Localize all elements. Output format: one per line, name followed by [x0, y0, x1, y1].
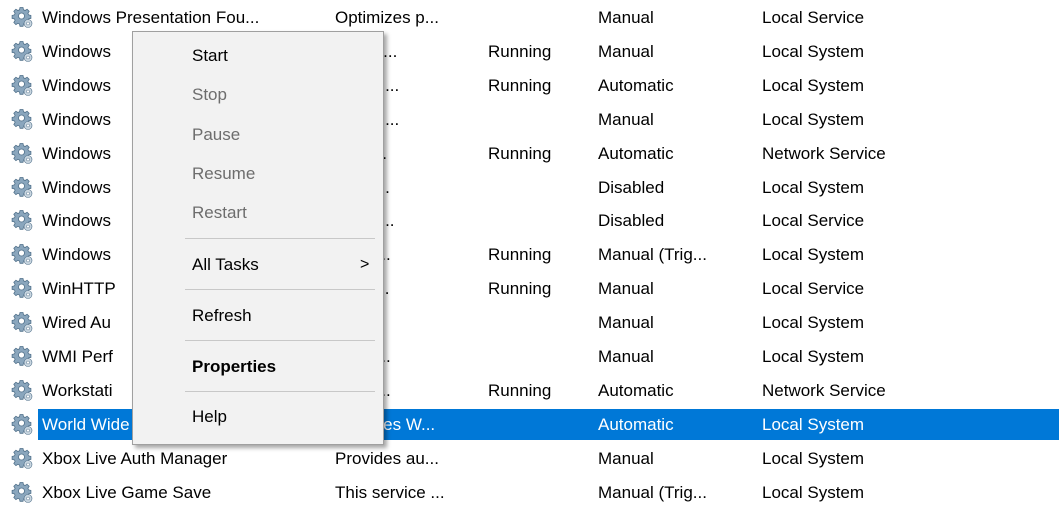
service-log-on-as: Local System — [762, 347, 865, 366]
service-name: Xbox Live Auth Manager — [42, 449, 228, 468]
menu-item-refresh[interactable]: Refresh — [133, 299, 383, 333]
service-gear-icon — [10, 412, 34, 436]
service-gear-icon — [10, 242, 34, 266]
service-gear-icon — [10, 5, 34, 29]
service-gear-icon — [10, 310, 34, 334]
service-startup-type: Automatic — [598, 415, 674, 434]
service-startup-type: Manual — [598, 449, 654, 468]
service-description: Provides au... — [335, 449, 439, 468]
service-startup-type: Automatic — [598, 76, 674, 95]
service-gear-icon — [10, 141, 34, 165]
service-startup-type: Automatic — [598, 144, 674, 163]
service-gear-icon — [10, 480, 34, 504]
service-startup-type: Manual — [598, 347, 654, 366]
service-row[interactable]: Xbox Live Auth Manager Provides au... Manu… — [0, 442, 1059, 475]
menu-item-all-tasks[interactable]: All Tasks > — [133, 248, 383, 282]
service-row[interactable]: Xbox Live Game Save This service ... Manua… — [0, 476, 1059, 509]
service-log-on-as: Local System — [762, 449, 865, 468]
menu-item-start[interactable]: Start — [133, 39, 383, 73]
menu-separator — [185, 238, 375, 239]
submenu-arrow-icon: > — [360, 256, 370, 273]
service-startup-type: Manual — [598, 42, 654, 61]
service-description: This service ... — [335, 483, 445, 502]
service-log-on-as: Network Service — [762, 381, 886, 400]
menu-separator — [185, 391, 375, 392]
menu-item-restart: Restart — [192, 203, 247, 222]
service-description: Optimizes p... — [335, 8, 439, 27]
service-gear-icon — [10, 73, 34, 97]
service-gear-icon — [10, 39, 34, 63]
service-gear-icon — [10, 276, 34, 300]
service-startup-type: Disabled — [598, 211, 665, 230]
menu-item-help[interactable]: Help — [133, 400, 383, 434]
service-log-on-as: Local System — [762, 42, 865, 61]
service-status: Running — [488, 245, 552, 264]
service-gear-icon — [10, 344, 34, 368]
menu-item-all-tasks-label: All Tasks — [192, 255, 259, 274]
service-log-on-as: Local System — [762, 76, 865, 95]
service-name: Xbox Live Game Save — [42, 483, 212, 502]
service-startup-type: Automatic — [598, 381, 674, 400]
service-startup-type: Manual — [598, 313, 654, 332]
menu-item-stop: Stop — [192, 85, 227, 104]
service-name: Windows Presentation Fou... — [42, 8, 260, 27]
service-gear-icon — [10, 208, 34, 232]
service-startup-type: Disabled — [598, 178, 665, 197]
service-gear-icon — [10, 107, 34, 131]
service-log-on-as: Local Service — [762, 279, 865, 298]
service-startup-type: Manual (Trig... — [598, 483, 707, 502]
context-menu: Start Stop Pause Resume Restart All Task… — [132, 31, 384, 445]
service-startup-type: Manual — [598, 279, 654, 298]
service-status: Running — [488, 144, 552, 163]
service-log-on-as: Local System — [762, 178, 865, 197]
service-status: Running — [488, 381, 552, 400]
service-log-on-as: Local System — [762, 245, 865, 264]
menu-separator — [185, 340, 375, 341]
menu-item-pause: Pause — [192, 125, 241, 144]
menu-item-properties[interactable]: Properties — [133, 350, 383, 384]
service-log-on-as: Local System — [762, 415, 865, 434]
service-startup-type: Manual — [598, 110, 654, 129]
service-gear-icon — [10, 378, 34, 402]
service-status: Running — [488, 76, 552, 95]
service-gear-icon — [10, 175, 34, 199]
service-gear-icon — [10, 446, 34, 470]
service-status: Running — [488, 42, 552, 61]
service-startup-type: Manual (Trig... — [598, 245, 707, 264]
service-row[interactable]: Windows Presentation Fou... Optimizes p..… — [0, 1, 1059, 34]
service-log-on-as: Local Service — [762, 8, 865, 27]
menu-item-resume: Resume — [192, 164, 256, 183]
menu-separator — [185, 289, 375, 290]
service-log-on-as: Local System — [762, 483, 865, 502]
service-log-on-as: Local Service — [762, 211, 865, 230]
service-status: Running — [488, 279, 552, 298]
service-log-on-as: Local System — [762, 110, 865, 129]
service-log-on-as: Network Service — [762, 144, 886, 163]
service-log-on-as: Local System — [762, 313, 865, 332]
service-startup-type: Manual — [598, 8, 654, 27]
